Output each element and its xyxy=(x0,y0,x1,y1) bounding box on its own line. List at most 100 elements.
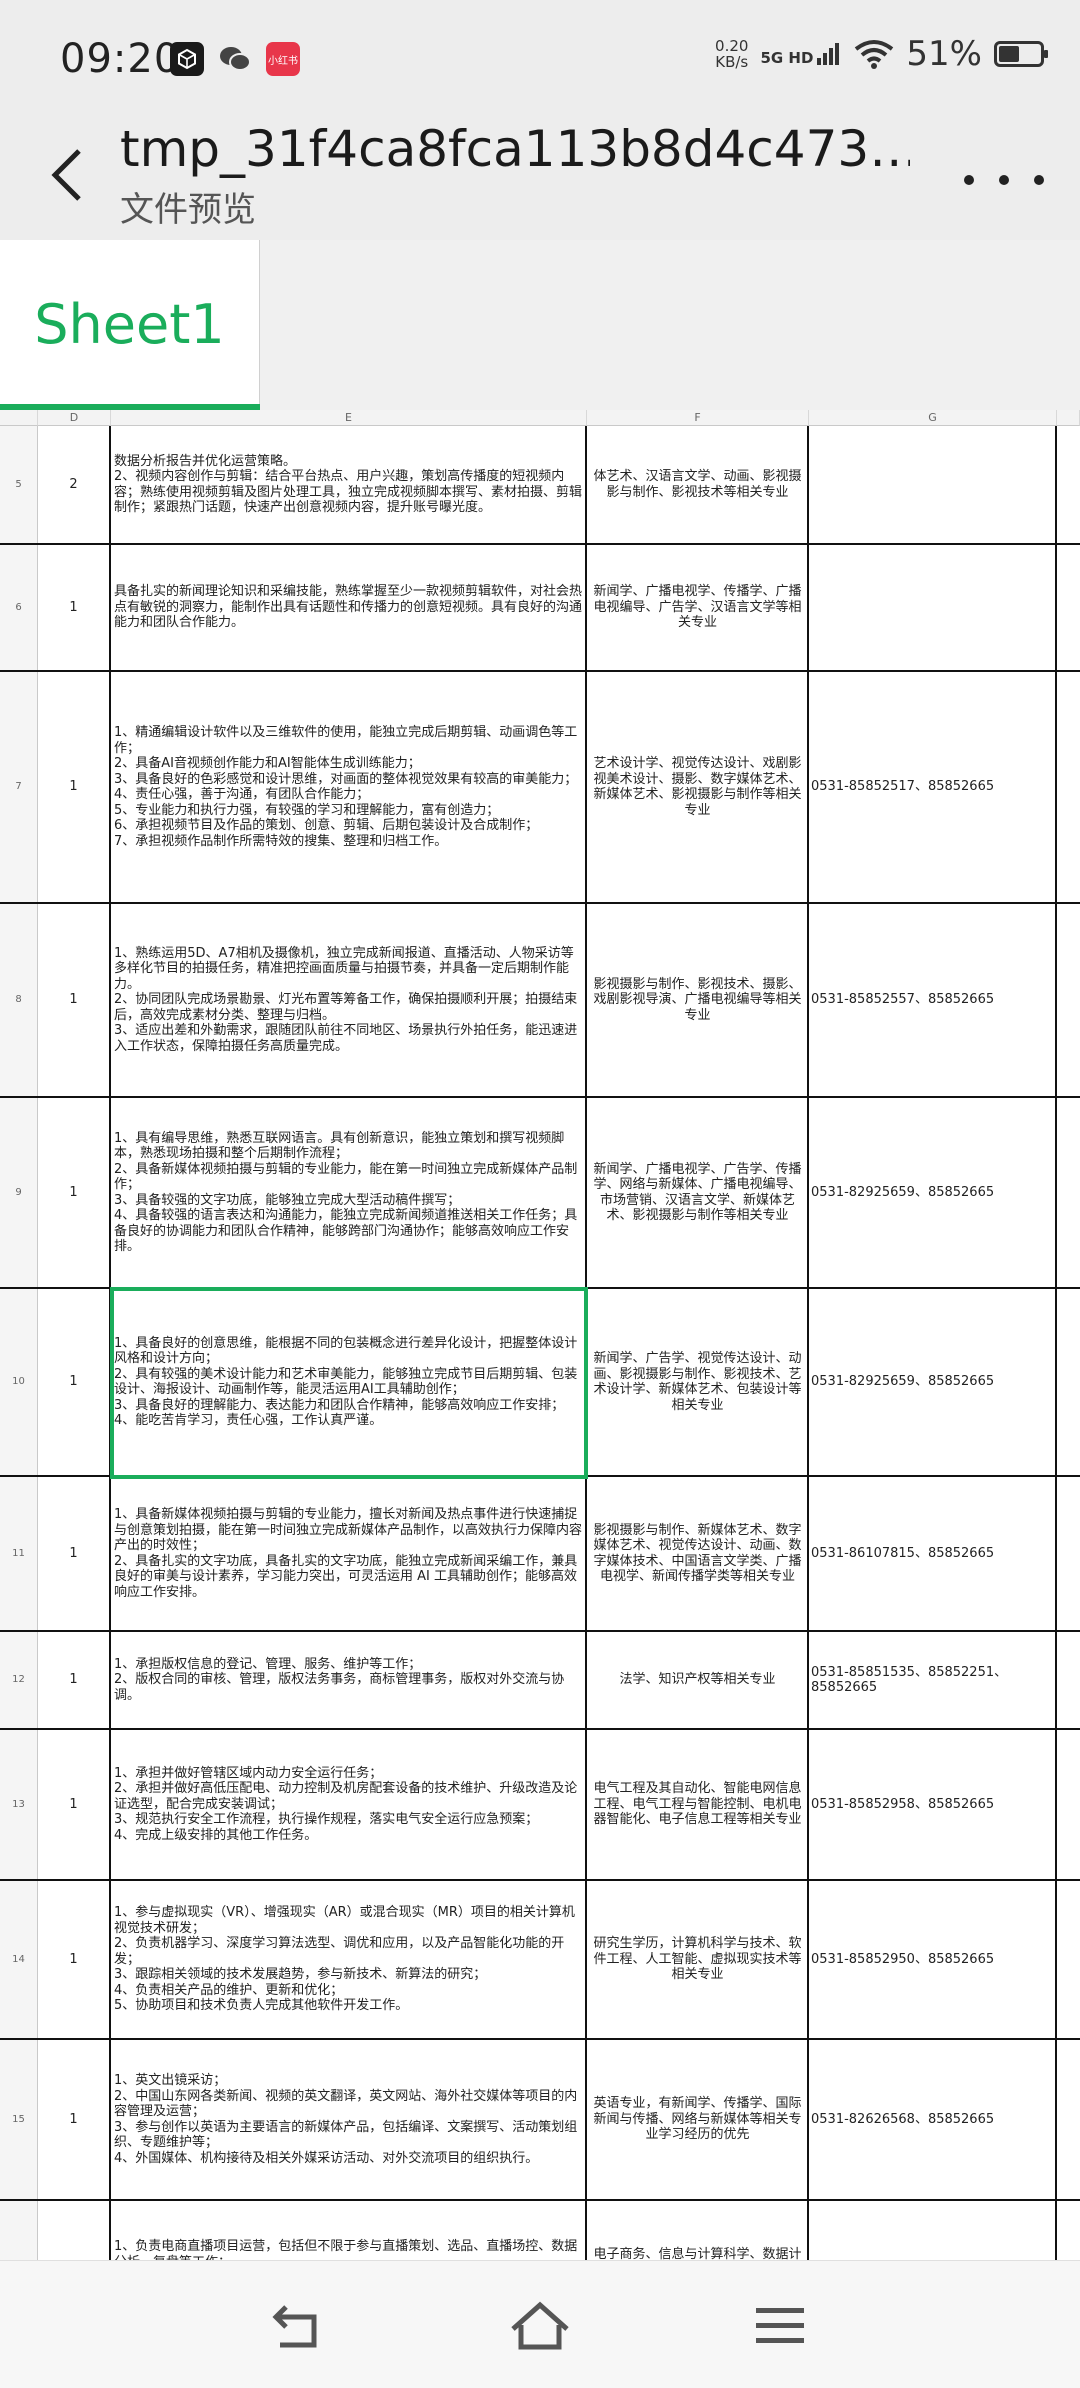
cell-f-majors-text: 法学、知识产权等相关专业 xyxy=(619,1672,776,1688)
more-options-button[interactable] xyxy=(964,150,1044,210)
row-number[interactable]: 15 xyxy=(0,2040,38,2199)
cell-e-requirements[interactable]: 具备扎实的新闻理论知识和采编技能，熟练掌握至少一款视频剪辑软件，对社会热点有敏锐… xyxy=(111,545,587,670)
cell-g-contact[interactable]: 0531-82626568、85852665 xyxy=(809,2040,1057,2199)
cell-f-majors[interactable]: 新闻学、广播电视学、传播学、广播电视编导、广告学、汉语言文学等相关专业 xyxy=(587,545,809,670)
cell-g-contact-text: 0531-82925659、85852665 xyxy=(811,1374,995,1390)
cell-g-contact[interactable]: 18678781761、0531-85852665 xyxy=(809,2201,1057,2260)
nav-back-button[interactable] xyxy=(260,2291,340,2361)
cell-g-contact[interactable] xyxy=(809,545,1057,670)
cell-d[interactable]: 1 xyxy=(38,1632,111,1728)
cell-d[interactable]: 1 xyxy=(38,1730,111,1879)
cell-d[interactable]: 1 xyxy=(38,1098,111,1287)
table-row[interactable]: 7 1 1、精通编辑设计软件以及三维软件的使用，能独立完成后期剪辑、动画调色等工作；… xyxy=(0,672,1080,904)
row-number[interactable]: 12 xyxy=(0,1632,38,1728)
table-row[interactable]: 14 1 1、参与虚拟现实（VR）、增强现实（AR）或混合现实（MR）项目的相关计算… xyxy=(0,1881,1080,2040)
cell-f-majors[interactable]: 新闻学、广告学、视觉传达设计、动画、影视摄影与制作、影视技术、艺术设计学、新媒体… xyxy=(587,1289,809,1475)
cell-f-majors-text: 英语专业，有新闻学、传播学、国际新闻与传播、网络与新媒体等相关专业学习经历的优先 xyxy=(593,2096,802,2143)
row-number[interactable]: 8 xyxy=(0,904,38,1096)
cell-f-majors[interactable]: 研究生学历，计算机科学与技术、软件工程、人工智能、虚拟现实技术等相关专业 xyxy=(587,1881,809,2038)
back-button[interactable] xyxy=(36,140,96,210)
column-header-d[interactable]: D xyxy=(38,410,111,426)
home-icon xyxy=(511,2301,569,2350)
cell-d[interactable]: 1 xyxy=(38,672,111,902)
row-number[interactable]: 7 xyxy=(0,672,38,902)
table-row[interactable]: 8 1 1、熟练运用5D、A7相机及摄像机，独立完成新闻报道、直播活动、人物采访等多… xyxy=(0,904,1080,1098)
cell-e-requirements-text: 1、具有编导思维，熟悉互联网语言。具有创新意识，能独立策划和撰写视频脚本，熟悉现… xyxy=(114,1130,578,1255)
cell-f-majors[interactable]: 英语专业，有新闻学、传播学、国际新闻与传播、网络与新媒体等相关专业学习经历的优先 xyxy=(587,2040,809,2199)
cell-d[interactable]: 1 xyxy=(38,1881,111,2038)
table-row[interactable]: 12 1 1、承担版权信息的登记、管理、服务、维护等工作； 2、版权合同的审核、管理… xyxy=(0,1632,1080,1730)
cell-e-requirements-text: 1、英文出镜采访； 2、中国山东网各类新闻、视频的英文翻译，英文网站、海外社交媒… xyxy=(114,2073,578,2166)
table-row[interactable]: 1621、负责电商直播项目运营，包括但不限于参与直播策划、选品、直播场控、数据分… xyxy=(0,2201,1080,2260)
cell-e-requirements[interactable]: 1、具有编导思维，熟悉互联网语言。具有创新意识，能独立策划和撰写视频脚本，熟悉现… xyxy=(111,1098,587,1287)
row-number-text: 13 xyxy=(12,1798,25,1810)
table-row[interactable]: 11 1 1、具备新媒体视频拍摄与剪辑的专业能力，擅长对新闻及热点事件进行快速捕捉与… xyxy=(0,1477,1080,1632)
tab-sheet1[interactable]: Sheet1 xyxy=(0,240,260,410)
network-speed-value: 0.20 xyxy=(715,37,749,55)
cell-d[interactable]: 1 xyxy=(38,1477,111,1630)
row-number[interactable]: 9 xyxy=(0,1098,38,1287)
cell-d[interactable]: 1 xyxy=(38,1289,111,1475)
nav-menu-button[interactable] xyxy=(740,2291,820,2361)
row-number[interactable]: 11 xyxy=(0,1477,38,1630)
table-row[interactable]: 6 1 具备扎实的新闻理论知识和采编技能，熟练掌握至少一款视频剪辑软件，对社会热点有… xyxy=(0,545,1080,672)
cell-g-contact[interactable]: 0531-82925659、85852665 xyxy=(809,1098,1057,1287)
row-number-text: 7 xyxy=(15,781,22,793)
cell-f-majors[interactable]: 新闻学、广播电视学、广告学、传播学、网络与新媒体、广播电视编导、市场营销、汉语言… xyxy=(587,1098,809,1287)
cell-e-requirements[interactable]: 1、英文出镜采访； 2、中国山东网各类新闻、视频的英文翻译，英文网站、海外社交媒… xyxy=(111,2040,587,2199)
cell-g-contact[interactable]: 0531-85852517、85852665 xyxy=(809,672,1057,902)
cell-e-requirements[interactable]: 1、承担并做好管辖区域内动力安全运行任务； 2、承担并做好高低压配电、动力控制及… xyxy=(111,1730,587,1879)
cell-g-contact[interactable] xyxy=(809,426,1057,543)
cell-f-majors[interactable]: 法学、知识产权等相关专业 xyxy=(587,1632,809,1728)
cell-e-requirements[interactable]: 1、熟练运用5D、A7相机及摄像机，独立完成新闻报道、直播活动、人物采访等多样化… xyxy=(111,904,587,1096)
table-row[interactable]: 13 1 1、承担并做好管辖区域内动力安全运行任务； 2、承担并做好高低压配电、动力… xyxy=(0,1730,1080,1881)
cell-e-requirements[interactable]: 1、具备良好的创意思维，能根据不同的包装概念进行差异化设计，把握整体设计风格和设… xyxy=(111,1289,587,1475)
cell-g-contact-text: 0531-85852950、85852665 xyxy=(811,1951,995,1967)
cell-f-majors[interactable]: 影视摄影与制作、影视技术、摄影、戏剧影视导演、广播电视编导等相关专业 xyxy=(587,904,809,1096)
cell-e-requirements[interactable]: 数据分析报告并优化运营策略。 2、视频内容创作与剪辑：结合平台热点、用户兴趣，策… xyxy=(111,426,587,543)
cell-d[interactable]: 1 xyxy=(38,2040,111,2199)
cell-g-contact[interactable]: 0531-85852557、85852665 xyxy=(809,904,1057,1096)
cell-f-majors[interactable]: 影视摄影与制作、新媒体艺术、数字媒体艺术、视觉传达设计、动画、数字媒体技术、中国… xyxy=(587,1477,809,1630)
row-number[interactable]: 13 xyxy=(0,1730,38,1879)
cell-e-requirements[interactable]: 1、承担版权信息的登记、管理、服务、维护等工作； 2、版权合同的审核、管理，版权… xyxy=(111,1632,587,1728)
cell-g-contact-text: 0531-82925659、85852665 xyxy=(811,1184,995,1200)
cell-e-requirements-text: 1、具备良好的创意思维，能根据不同的包装概念进行差异化设计，把握整体设计风格和设… xyxy=(114,1335,578,1429)
cell-f-majors[interactable]: 艺术设计学、视觉传达设计、戏剧影视美术设计、摄影、数字媒体艺术、新媒体艺术、影视… xyxy=(587,672,809,902)
spreadsheet-grid[interactable]: D E F G 5 2 数据分析报告并优化运营策略。 2、视频内容创作与剪辑：结合平… xyxy=(0,410,1080,2260)
row-number[interactable]: 10 xyxy=(0,1289,38,1475)
cell-d[interactable]: 1 xyxy=(38,904,111,1096)
row-number[interactable]: 6 xyxy=(0,545,38,670)
cell-d[interactable]: 1 xyxy=(38,545,111,670)
column-header-h[interactable] xyxy=(1057,410,1080,426)
cell-g-contact[interactable]: 0531-86107815、85852665 xyxy=(809,1477,1057,1630)
column-header-e[interactable]: E xyxy=(111,410,587,426)
table-row[interactable]: 9 1 1、具有编导思维，熟悉互联网语言。具有创新意识，能独立策划和撰写视频脚本，熟… xyxy=(0,1098,1080,1289)
cell-e-requirements[interactable]: 1、具备新媒体视频拍摄与剪辑的专业能力，擅长对新闻及热点事件进行快速捕捉与创意策… xyxy=(111,1477,587,1630)
sheet-tab-label: Sheet1 xyxy=(34,292,225,356)
row-number[interactable]: 14 xyxy=(0,1881,38,2038)
cell-f-majors[interactable]: 电气工程及其自动化、智能电网信息工程、电气工程与智能控制、电机电器智能化、电子信… xyxy=(587,1730,809,1879)
cell-e-requirements[interactable]: 1、参与虚拟现实（VR）、增强现实（AR）或混合现实（MR）项目的相关计算机视觉… xyxy=(111,1881,587,2038)
cell-f-majors-text: 新闻学、广播电视学、广告学、传播学、网络与新媒体、广播电视编导、市场营销、汉语言… xyxy=(593,1161,802,1224)
table-row[interactable]: 10 1 1、具备良好的创意思维，能根据不同的包装概念进行差异化设计，把握整体设计风… xyxy=(0,1289,1080,1477)
cell-g-contact[interactable]: 0531-85851535、85852251、85852665 xyxy=(809,1632,1057,1728)
cell-e-requirements[interactable]: 1、精通编辑设计软件以及三维软件的使用，能独立完成后期剪辑、动画调色等工作； 2… xyxy=(111,672,587,902)
cell-f-majors[interactable]: 体艺术、汉语言文学、动画、影视摄影与制作、影视技术等相关专业 xyxy=(587,426,809,543)
row-number[interactable]: 16 xyxy=(0,2201,38,2260)
column-header-f[interactable]: F xyxy=(587,410,809,426)
table-row[interactable]: 5 2 数据分析报告并优化运营策略。 2、视频内容创作与剪辑：结合平台热点、用户兴趣… xyxy=(0,426,1080,545)
cell-g-contact[interactable]: 0531-85852950、85852665 xyxy=(809,1881,1057,2038)
row-number[interactable]: 5 xyxy=(0,426,38,543)
cell-f-majors[interactable]: 电子商务、信息与计算科学、数据计算及应用、市场营销、数字经济、电子商务、工商管理… xyxy=(587,2201,809,2260)
cell-g-contact[interactable]: 0531-85852958、85852665 xyxy=(809,1730,1057,1879)
cell-d[interactable]: 2 xyxy=(38,426,111,543)
column-header-g[interactable]: G xyxy=(809,410,1057,426)
row-number-text: 12 xyxy=(12,1674,25,1686)
table-row[interactable]: 15 1 1、英文出镜采访； 2、中国山东网各类新闻、视频的英文翻译，英文网站、海外… xyxy=(0,2040,1080,2201)
nav-home-button[interactable] xyxy=(500,2291,580,2361)
cell-d-text: 1 xyxy=(69,2111,78,2127)
cell-e-requirements[interactable]: 1、负责电商直播项目运营，包括但不限于参与直播策划、选品、直播场控、数据分析、复… xyxy=(111,2201,587,2260)
cell-g-contact[interactable]: 0531-82925659、85852665 xyxy=(809,1289,1057,1475)
cell-d[interactable]: 2 xyxy=(38,2201,111,2260)
